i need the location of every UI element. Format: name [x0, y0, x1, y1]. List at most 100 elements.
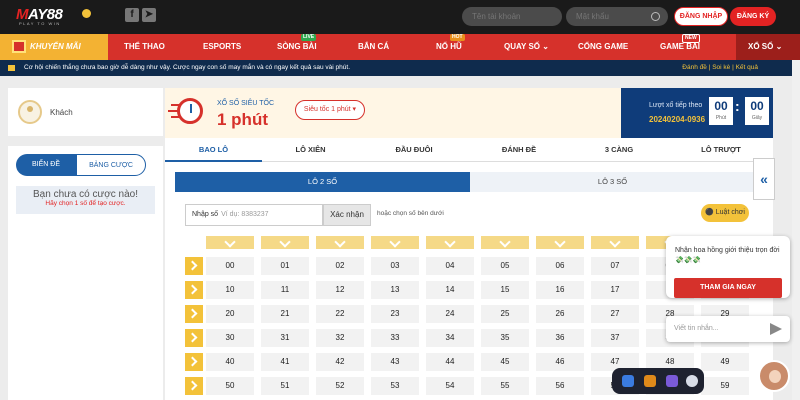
- number-cell[interactable]: 21: [261, 305, 309, 323]
- column-select-button[interactable]: [536, 236, 584, 249]
- number-cell[interactable]: 40: [206, 353, 254, 371]
- eye-icon[interactable]: [651, 12, 660, 21]
- number-cell[interactable]: 07: [591, 257, 639, 275]
- number-cell[interactable]: 05: [481, 257, 529, 275]
- row-select-button[interactable]: [185, 305, 203, 323]
- column-select-button[interactable]: [206, 236, 254, 249]
- number-cell[interactable]: 11: [261, 281, 309, 299]
- nav-item-casino[interactable]: LIVE SÒNG BÀI: [277, 34, 317, 51]
- link-ket-qua[interactable]: Kết quả: [736, 64, 758, 71]
- tab-bien-de[interactable]: BIỂN ĐỀ: [16, 154, 76, 176]
- column-select-button[interactable]: [426, 236, 474, 249]
- nav-item-cong-game[interactable]: CỔNG GAME: [578, 42, 628, 51]
- row-select-button[interactable]: [185, 329, 203, 347]
- link-soi-ke[interactable]: Soi kè: [712, 64, 730, 71]
- row-select-button[interactable]: [185, 281, 203, 299]
- number-cell[interactable]: 33: [371, 329, 419, 347]
- number-cell[interactable]: 55: [481, 377, 529, 395]
- column-select-button[interactable]: [261, 236, 309, 249]
- app-icon[interactable]: [644, 375, 656, 387]
- number-cell[interactable]: 54: [426, 377, 474, 395]
- support-avatar[interactable]: [758, 360, 790, 392]
- number-cell[interactable]: 44: [426, 353, 474, 371]
- link-danh-de[interactable]: Đánh đề: [682, 64, 707, 71]
- number-cell[interactable]: 23: [371, 305, 419, 323]
- number-cell[interactable]: 43: [371, 353, 419, 371]
- number-cell[interactable]: 03: [371, 257, 419, 275]
- number-cell[interactable]: 14: [426, 281, 474, 299]
- number-cell[interactable]: 16: [536, 281, 584, 299]
- logo[interactable]: MAY88 PLAY TO WIN: [16, 6, 92, 28]
- number-cell[interactable]: 30: [206, 329, 254, 347]
- number-cell[interactable]: 59: [701, 377, 749, 395]
- nav-item-slots[interactable]: HOT NỔ HŨ: [436, 34, 465, 51]
- number-cell[interactable]: 42: [316, 353, 364, 371]
- row-select-button[interactable]: [185, 257, 203, 275]
- collapse-icon[interactable]: «: [753, 158, 775, 200]
- number-cell[interactable]: 22: [316, 305, 364, 323]
- chat-input[interactable]: Viết tin nhắn...: [666, 316, 790, 342]
- column-select-button[interactable]: [316, 236, 364, 249]
- tab-danh-de[interactable]: ĐÁNH ĐỀ: [469, 144, 569, 162]
- number-cell[interactable]: 27: [591, 305, 639, 323]
- number-cell[interactable]: 12: [316, 281, 364, 299]
- join-now-button[interactable]: THAM GIA NGAY: [674, 278, 782, 298]
- nav-item-card-games[interactable]: NEW GAME BÀI: [660, 34, 700, 51]
- number-cell[interactable]: 26: [536, 305, 584, 323]
- tab-lo-xien[interactable]: LÔ XIÊN: [262, 144, 359, 162]
- number-cell[interactable]: 50: [206, 377, 254, 395]
- number-cell[interactable]: 15: [481, 281, 529, 299]
- nav-item-promo[interactable]: KHUYẾN MÃI: [0, 34, 108, 60]
- username-input[interactable]: [462, 7, 562, 26]
- tab-bang-cuoc[interactable]: BẢNG CƯỢC: [76, 154, 146, 176]
- number-cell[interactable]: 17: [591, 281, 639, 299]
- number-cell[interactable]: 32: [316, 329, 364, 347]
- number-cell[interactable]: 36: [536, 329, 584, 347]
- number-input[interactable]: Nhập số Ví dụ: 8383237: [185, 204, 323, 226]
- rules-button[interactable]: ⚫ Luật chơi: [701, 204, 749, 222]
- column-select-button[interactable]: [481, 236, 529, 249]
- app-icon[interactable]: [686, 375, 698, 387]
- number-cell[interactable]: 35: [481, 329, 529, 347]
- tab-dau-duoi[interactable]: ĐẦU ĐUÔI: [359, 144, 469, 162]
- number-cell[interactable]: 45: [481, 353, 529, 371]
- number-cell[interactable]: 52: [316, 377, 364, 395]
- register-button[interactable]: ĐĂNG KÝ: [730, 7, 776, 26]
- page-scrollbar[interactable]: [792, 60, 800, 400]
- nav-item-quayso[interactable]: QUAY SỐ ⌄: [504, 42, 549, 51]
- column-select-button[interactable]: [371, 236, 419, 249]
- number-cell[interactable]: 10: [206, 281, 254, 299]
- number-cell[interactable]: 24: [426, 305, 474, 323]
- nav-item-fishing[interactable]: BẮN CÁ: [358, 42, 389, 51]
- facebook-icon[interactable]: f: [125, 8, 139, 22]
- login-button[interactable]: ĐĂNG NHẬP: [674, 7, 728, 26]
- nav-item-esports[interactable]: ESPORTS: [203, 42, 241, 51]
- column-select-button[interactable]: [591, 236, 639, 249]
- number-cell[interactable]: 06: [536, 257, 584, 275]
- telegram-icon[interactable]: ➤: [142, 8, 156, 22]
- number-cell[interactable]: 34: [426, 329, 474, 347]
- row-select-button[interactable]: [185, 353, 203, 371]
- number-cell[interactable]: 37: [591, 329, 639, 347]
- tab-3-cang[interactable]: 3 CÀNG: [569, 144, 669, 162]
- number-cell[interactable]: 46: [536, 353, 584, 371]
- number-cell[interactable]: 31: [261, 329, 309, 347]
- number-cell[interactable]: 41: [261, 353, 309, 371]
- send-icon[interactable]: [770, 323, 782, 335]
- nav-item-sports[interactable]: THỂ THAO: [124, 42, 165, 51]
- number-cell[interactable]: 13: [371, 281, 419, 299]
- app-icon[interactable]: [622, 375, 634, 387]
- number-cell[interactable]: 49: [701, 353, 749, 371]
- subtab-lo-2-so[interactable]: LÔ 2 SỐ: [175, 172, 470, 192]
- number-cell[interactable]: 53: [371, 377, 419, 395]
- row-select-button[interactable]: [185, 377, 203, 395]
- number-cell[interactable]: 56: [536, 377, 584, 395]
- number-cell[interactable]: 20: [206, 305, 254, 323]
- subtab-lo-3-so[interactable]: LÔ 3 SỐ: [470, 172, 755, 192]
- number-cell[interactable]: 51: [261, 377, 309, 395]
- number-cell[interactable]: 25: [481, 305, 529, 323]
- number-cell[interactable]: 00: [206, 257, 254, 275]
- number-cell[interactable]: 04: [426, 257, 474, 275]
- tab-bao-lo[interactable]: BAO LÔ: [165, 144, 262, 162]
- number-cell[interactable]: 01: [261, 257, 309, 275]
